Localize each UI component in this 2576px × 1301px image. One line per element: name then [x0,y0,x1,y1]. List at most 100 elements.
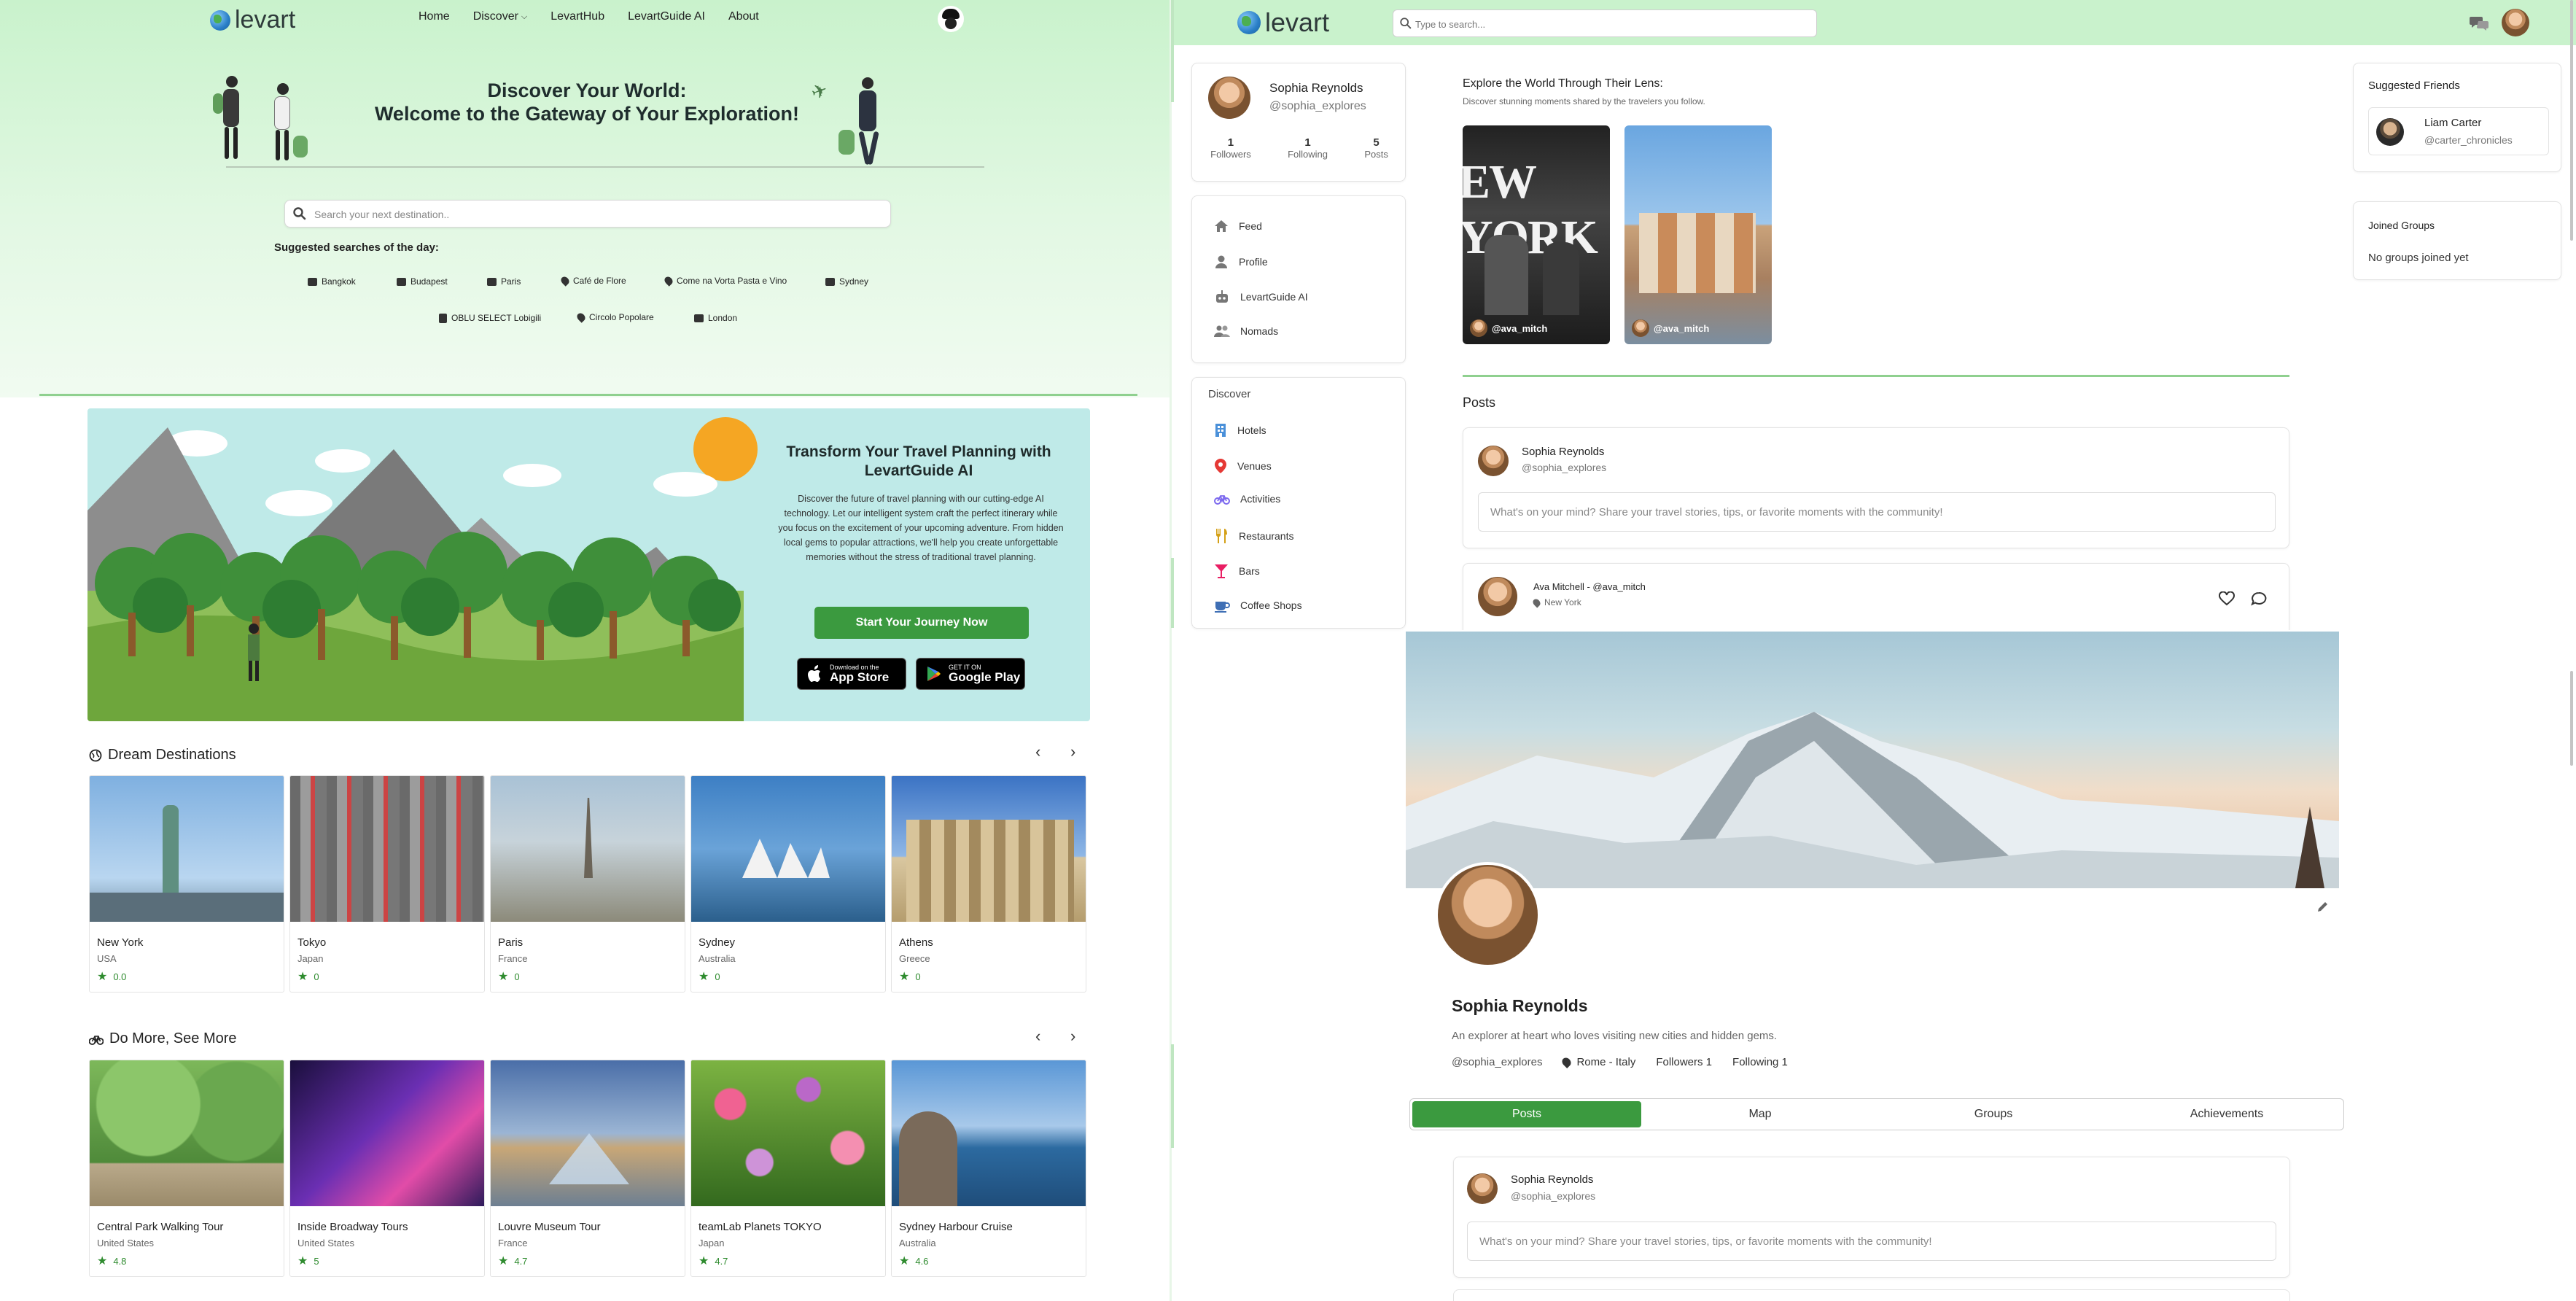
suggestion-budapest[interactable]: Budapest [397,276,448,287]
suggestion-circolo-popolare[interactable]: Circolo Popolare [575,311,654,323]
social-topbar: levart [1172,0,2576,45]
destination-search-input[interactable] [314,205,868,224]
global-search-input[interactable] [1415,15,1809,34]
hero-title-line2: Welcome to the Gateway of Your Explorati… [374,103,800,125]
app-store-big-text: App Store [830,670,890,684]
feed-post-author[interactable]: Ava Mitchell - @ava_mitch [1533,581,1646,592]
suggestion-sydney[interactable]: Sydney [825,276,868,287]
tab-achievements[interactable]: Achievements [2112,1101,2341,1127]
activity-card-louvre[interactable]: Louvre Museum Tour France ★ 4.7 [490,1060,685,1277]
screenshot-root: levart Home Discover ⌵ LevartHub LevartGu… [0,0,2576,1301]
discover-coffee-shops[interactable]: Coffee Shops [1214,598,1302,613]
posts-title: Posts [1463,395,1496,410]
profile-composer-avatar [1467,1173,1498,1204]
profile-large-avatar[interactable] [1435,862,1541,968]
rating-value: 4.7 [514,1255,528,1267]
tokyo-photo [290,776,484,922]
overlay-scrollbar[interactable] [2570,671,2573,766]
user-avatar[interactable] [938,6,964,32]
sydney-harbour-photo [892,1060,1086,1206]
bicycle-icon [1214,495,1230,505]
dream-next-arrow[interactable]: › [1070,742,1075,761]
discover-label: Activities [1240,493,1281,505]
menu-nomads[interactable]: Nomads [1214,325,1278,338]
story-author: @ava_mitch [1470,319,1547,337]
discover-restaurants[interactable]: Restaurants [1214,528,1293,544]
nav-discover[interactable]: Discover ⌵ [473,10,528,23]
destination-card-athens[interactable]: Athens Greece ★ 0 [891,775,1086,993]
domore-prev-arrow[interactable]: ‹ [1035,1027,1040,1046]
story-card-city[interactable]: @ava_mitch [1624,125,1772,344]
suggestion-bangkok[interactable]: Bangkok [308,276,356,287]
nav-levartguide-ai[interactable]: LevartGuide AI [628,10,705,23]
user-icon [1215,255,1227,268]
page-scrollbar[interactable] [2570,0,2573,241]
social-brand-logo[interactable]: levart [1237,7,1329,38]
chat-icon[interactable] [2470,15,2490,31]
hero-section: levart Home Discover ⌵ LevartHub LevartGu… [0,0,1170,397]
suggested-friend-item[interactable]: Liam Carter @carter_chronicles [2368,107,2549,155]
dream-prev-arrow[interactable]: ‹ [1035,742,1040,761]
nav-about[interactable]: About [728,10,759,23]
start-journey-button[interactable]: Start Your Journey Now [814,607,1029,639]
discover-title: Discover [1208,388,1251,400]
card-name: Inside Broadway Tours [297,1221,408,1233]
suggestion-paris[interactable]: Paris [487,276,521,287]
stat-followers[interactable]: 1 Followers [1210,136,1251,160]
comment-icon[interactable] [2251,591,2267,606]
profile-cover-photo[interactable] [1406,632,2339,888]
stat-posts[interactable]: 5 Posts [1364,136,1388,160]
google-play-button[interactable]: GET IT ON Google Play [916,658,1025,690]
tab-posts[interactable]: Posts [1412,1101,1641,1127]
stat-following[interactable]: 1 Following [1288,136,1328,160]
domore-next-arrow[interactable]: › [1070,1027,1075,1046]
activity-card-central-park[interactable]: Central Park Walking Tour United States … [89,1060,284,1277]
discover-activities[interactable]: Activities [1214,493,1280,505]
nav-home[interactable]: Home [419,10,450,23]
tab-groups[interactable]: Groups [1879,1101,2108,1127]
feed-post-avatar[interactable] [1478,577,1517,616]
hotel-icon [1215,424,1226,437]
suggestion-london[interactable]: London [694,313,737,323]
profile-following[interactable]: Following 1 [1732,1056,1788,1068]
destination-card-tokyo[interactable]: Tokyo Japan ★ 0 [289,775,485,993]
globe-logo-icon [1237,11,1261,34]
card-rating: ★ 4.7 [699,1254,728,1268]
explore-title: Explore the World Through Their Lens: [1463,77,1663,90]
discover-bars[interactable]: Bars [1214,563,1260,579]
profile-meta: @sophia_explores Rome - Italy Followers … [1452,1056,1788,1068]
activity-card-broadway[interactable]: Inside Broadway Tours United States ★ 5 [289,1060,485,1277]
profile-composer-input[interactable]: What's on your mind? Share your travel s… [1467,1222,2276,1261]
activity-card-teamlab[interactable]: teamLab Planets TOKYO Japan ★ 4.7 [690,1060,886,1277]
discover-label: Restaurants [1239,530,1294,542]
card-name: Tokyo [297,936,327,949]
story-card-new-york[interactable]: EW YORK @ava_mitch [1463,125,1610,344]
card-rating: ★ 0.0 [97,969,126,984]
heart-icon[interactable] [2219,591,2235,606]
left-edge-bar [1171,558,1174,628]
discover-venues[interactable]: Venues [1214,458,1272,474]
edit-pencil-icon[interactable] [2316,900,2330,913]
discover-hotels[interactable]: Hotels [1214,423,1266,438]
menu-profile[interactable]: Profile [1214,255,1268,269]
destination-card-new-york[interactable]: New York USA ★ 0.0 [89,775,284,993]
tab-map[interactable]: Map [1646,1101,1875,1127]
composer-input[interactable]: What's on your mind? Share your travel s… [1478,492,2276,532]
profile-summary-avatar[interactable] [1208,77,1250,119]
profile-avatar[interactable] [2502,9,2529,36]
app-store-button[interactable]: Download on the App Store [797,658,906,690]
brand-logo[interactable]: levart [210,6,295,34]
menu-levartguide-ai[interactable]: LevartGuide AI [1214,290,1308,304]
menu-feed[interactable]: Feed [1214,220,1262,233]
suggestion-come-na-vorta[interactable]: Come na Vorta Pasta e Vino [663,275,787,287]
activity-card-sydney-harbour[interactable]: Sydney Harbour Cruise Australia ★ 4.6 [891,1060,1086,1277]
card-name: Paris [498,936,524,949]
suggestion-oblu-select[interactable]: OBLU SELECT Lobigili [439,313,541,323]
suggestion-cafe-de-flore[interactable]: Café de Flore [559,275,626,287]
nav-levarthub[interactable]: LevartHub [550,10,604,23]
profile-followers[interactable]: Followers 1 [1656,1056,1712,1068]
destination-card-paris[interactable]: Paris France ★ 0 [490,775,685,993]
destination-card-sydney[interactable]: Sydney Australia ★ 0 [690,775,886,993]
destination-search [284,200,891,228]
feed-post: Ava Mitchell - @ava_mitch New York [1463,563,2289,636]
